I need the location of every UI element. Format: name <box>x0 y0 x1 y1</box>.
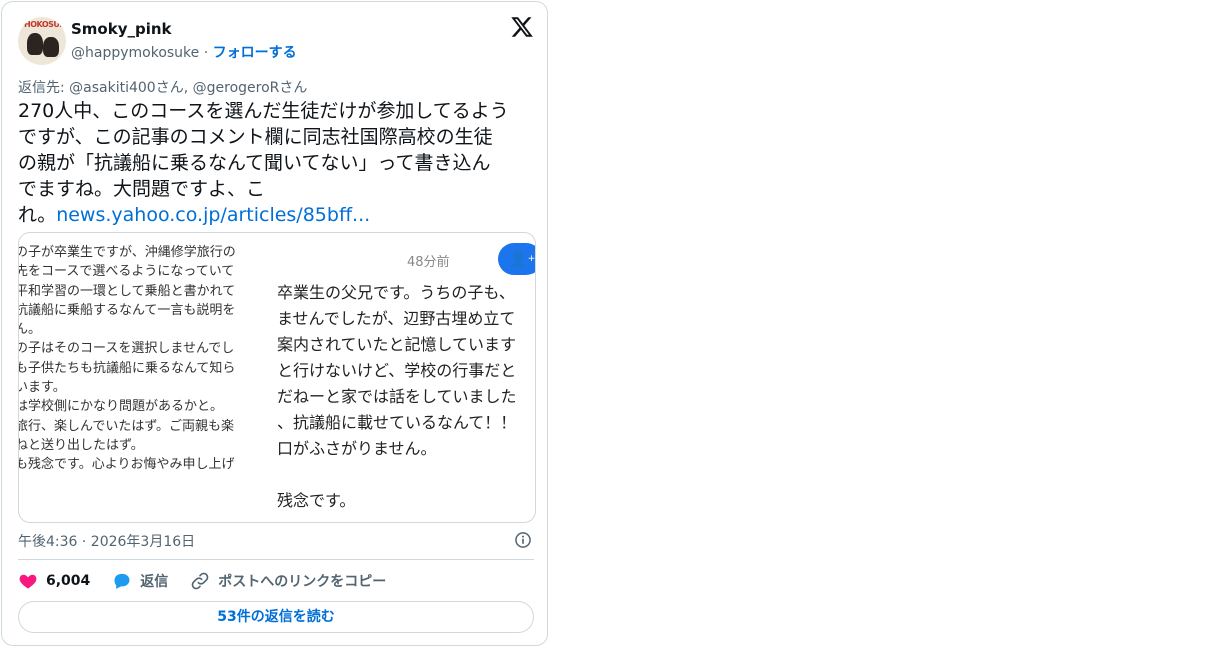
tweet-card: HOKOSUKE Smoky_pink @happymokosuke · フォロ… <box>1 1 548 646</box>
divider <box>18 559 534 560</box>
avatar-text: HOKOSUKE <box>24 20 66 29</box>
embed-line: 卒業生の父兄です。うちの子も、 <box>277 283 515 302</box>
like-button[interactable]: 6,004 <box>18 571 90 591</box>
reply-label: 返信 <box>140 574 169 590</box>
embed-line: 口がふさがりません。 <box>277 439 437 458</box>
embed-right-column: 卒業生の父兄です。うちの子も、 ませんでしたが、辺野古埋め立て 案内されていたと… <box>277 280 535 514</box>
like-count: 6,004 <box>46 573 91 589</box>
tweet-line: の親が「抗議船に乗るなんて聞いてない」って書き込ん <box>18 152 491 174</box>
embed-left-column: の子が卒業生ですが、沖縄修学旅行の 先をコースで選べるようになっていて 平和学習… <box>19 243 277 475</box>
tweet-text: 270人中、このコースを選んだ生徒だけが参加してるよう ですが、この記事のコメン… <box>18 98 538 228</box>
tweet-line: ですが、この記事のコメント欄に同志社国際高校の生徒 <box>18 126 493 148</box>
follow-button[interactable]: フォローする <box>213 45 297 61</box>
embed-line: だねーと家では話をしていました <box>277 387 517 406</box>
embed-line <box>277 462 535 488</box>
embed-line: も子供たちも抗議船に乗るなんて知ら <box>19 360 236 376</box>
action-bar: 6,004 返信 ポストへのリンクをコピー <box>18 570 408 592</box>
tweet-line: でますね。大問題ですよ、こ <box>18 178 266 200</box>
embed-line: ん。 <box>19 322 42 338</box>
embed-line: ねと送り出したはず。 <box>19 437 144 453</box>
reply-to: 返信先: @asakiti400さん, @gerogeroRさん <box>18 80 308 96</box>
embed-line: 案内されていたと記憶しています <box>277 335 517 354</box>
timestamp[interactable]: 午後4:36 · 2026年3月16日 <box>18 531 195 551</box>
avatar-figure <box>43 37 59 57</box>
read-replies-button[interactable]: 53件の返信を読む <box>18 601 534 633</box>
copy-link-label: ポストへのリンクをコピー <box>218 574 387 590</box>
embed-line: は学校側にかなり問題があるかと。 <box>19 399 224 415</box>
tweet-line: 270人中、このコースを選んだ生徒だけが参加してるよう <box>18 100 509 122</box>
embed-line: 、抗議船に載せているなんて！！ <box>277 413 517 432</box>
info-icon[interactable] <box>513 530 533 550</box>
link-icon <box>191 572 209 590</box>
tweet-line-last: れ。news.yahoo.co.jp/articles/85bff... <box>18 202 538 228</box>
avatar[interactable]: HOKOSUKE <box>18 17 66 65</box>
reply-bubble-icon <box>114 573 130 589</box>
display-name[interactable]: Smoky_pink <box>71 20 172 38</box>
embed-time: 48分前 <box>407 255 450 270</box>
embed-line: 平和学習の一環として乗船と書かれて <box>19 283 236 299</box>
embed-line: も残念です。心よりお悔やみ申し上げ <box>19 457 235 473</box>
embed-line: と行けないけど、学校の行事だと <box>277 361 517 380</box>
embed-line: 旅行、楽しんでいたはず。ご両親も楽 <box>19 418 235 434</box>
handle[interactable]: @happymokosuke <box>71 45 199 61</box>
tweet-line: れ。 <box>18 204 57 226</box>
x-logo-icon[interactable] <box>510 15 534 39</box>
handle-row: @happymokosuke · フォローする <box>71 42 297 62</box>
embed-line: の子が卒業生ですが、沖縄修学旅行の <box>19 245 236 260</box>
avatar-figure <box>27 33 43 55</box>
embed-line: 抗議船に乗船するなんて一言も説明を <box>19 302 236 318</box>
embedded-screenshot[interactable]: の子が卒業生ですが、沖縄修学旅行の 先をコースで選べるようになっていて 平和学習… <box>18 232 536 523</box>
embed-line: います。 <box>19 380 66 396</box>
reply-button[interactable]: 返信 <box>112 571 168 591</box>
embed-line: 先をコースで選べるようになっていて <box>19 264 235 280</box>
add-user-icon: 👤+ <box>498 243 535 275</box>
embed-line: 残念です。 <box>277 491 356 510</box>
separator: · <box>203 45 209 61</box>
embed-line: ませんでしたが、辺野古埋め立て <box>277 309 516 328</box>
article-link[interactable]: news.yahoo.co.jp/articles/85bff... <box>56 204 370 226</box>
embed-line: の子はそのコースを選択しませんでし <box>19 341 235 357</box>
heart-icon <box>19 574 37 589</box>
copy-link-button[interactable]: ポストへのリンクをコピー <box>190 571 386 591</box>
